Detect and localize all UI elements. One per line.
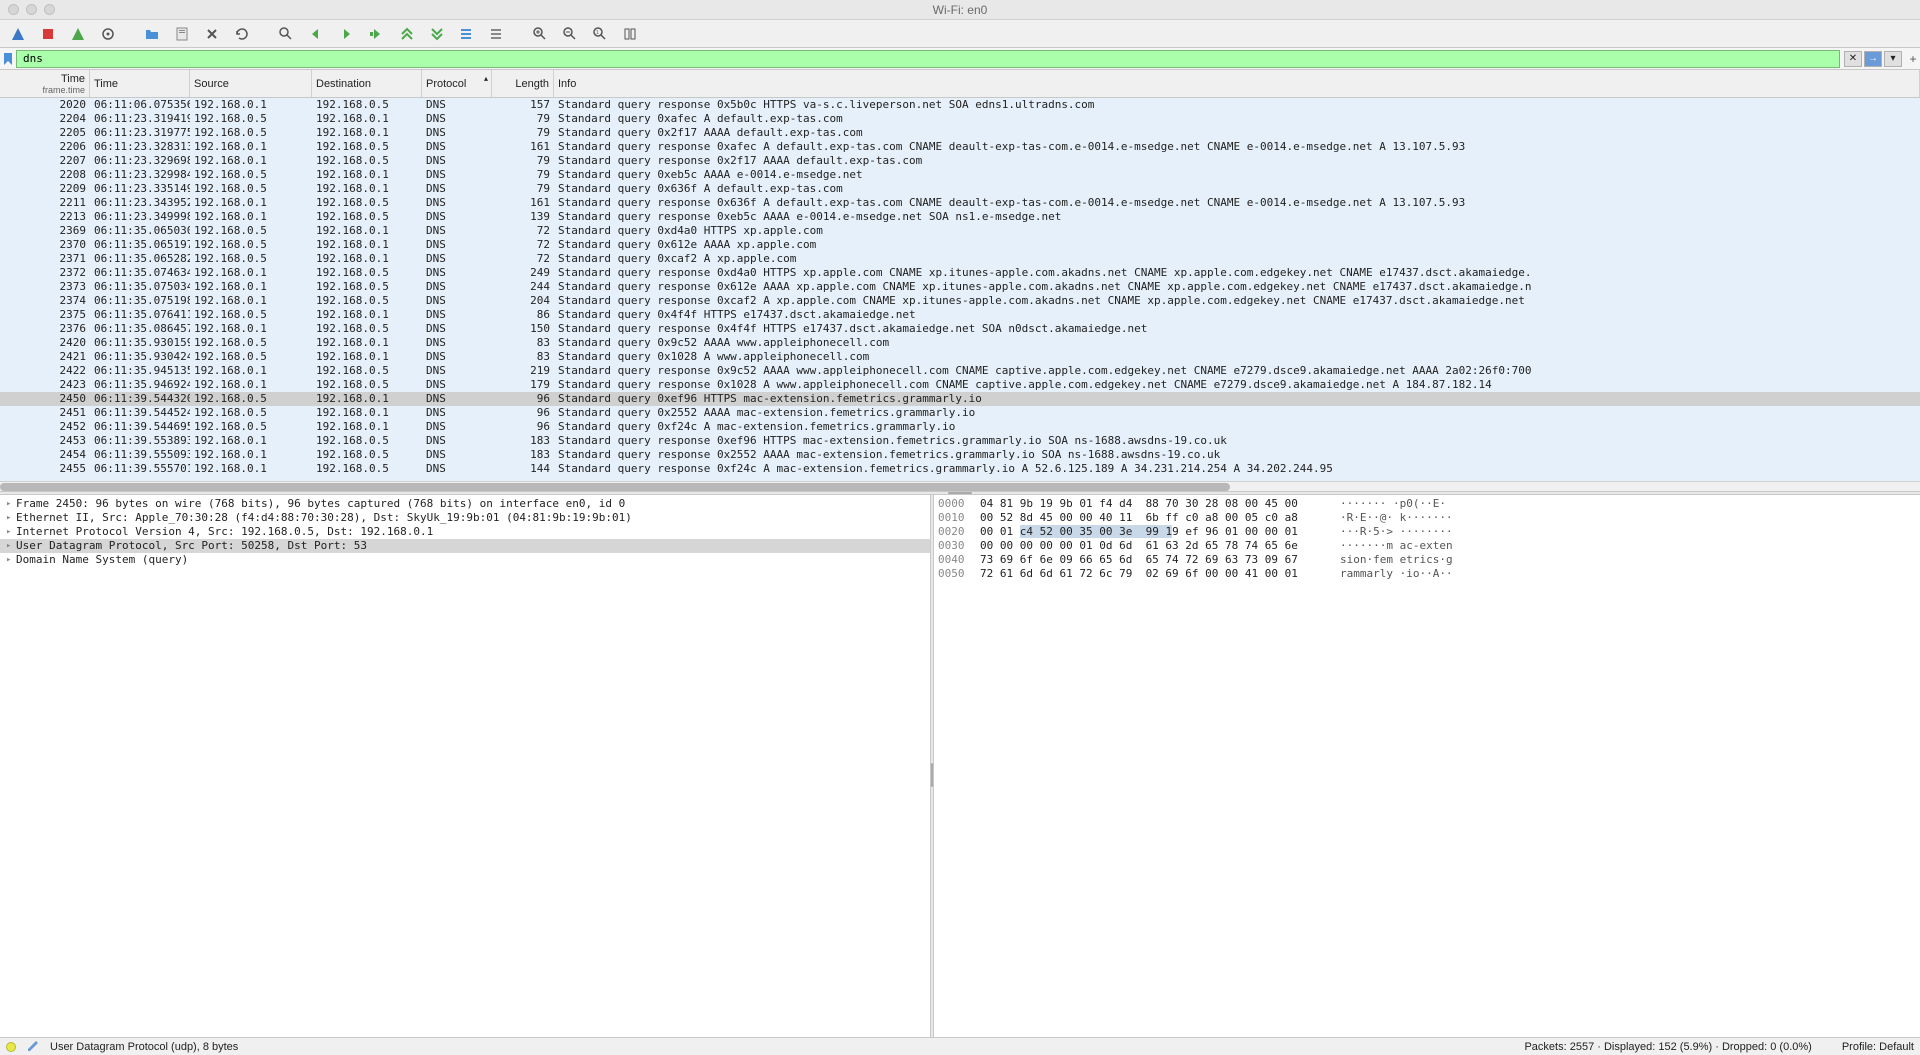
status-bar: User Datagram Protocol (udp), 8 bytes Pa… (0, 1037, 1920, 1055)
packet-row[interactable]: 202006:11:06.075356192.168.0.1192.168.0.… (0, 98, 1920, 112)
hex-line[interactable]: 002000 01 c4 52 00 35 00 3e 99 19 ef 96 … (938, 525, 1916, 539)
clear-filter-button[interactable]: ✕ (1844, 51, 1862, 67)
window-controls[interactable] (8, 4, 55, 15)
stop-capture-button[interactable] (36, 23, 60, 45)
window-title: Wi-Fi: en0 (933, 3, 988, 17)
display-filter-input[interactable] (16, 50, 1840, 68)
hex-line[interactable]: 004073 69 6f 6e 09 66 65 6d 65 74 72 69 … (938, 553, 1916, 567)
horizontal-scrollbar[interactable] (0, 481, 1920, 491)
apply-filter-button[interactable]: → (1864, 51, 1882, 67)
capture-options-button[interactable] (96, 23, 120, 45)
col-header-length[interactable]: Length (492, 70, 554, 97)
display-filter-bar: ✕ → ▾ + (0, 48, 1920, 70)
open-file-button[interactable] (140, 23, 164, 45)
packet-row[interactable]: 220806:11:23.329984192.168.0.5192.168.0.… (0, 168, 1920, 182)
go-back-button[interactable] (304, 23, 328, 45)
start-capture-button[interactable] (6, 23, 30, 45)
packet-row[interactable]: 242206:11:35.945135192.168.0.1192.168.0.… (0, 364, 1920, 378)
packet-row[interactable]: 237206:11:35.074634192.168.0.1192.168.0.… (0, 266, 1920, 280)
titlebar: Wi-Fi: en0 (0, 0, 1920, 20)
packet-row[interactable]: 220506:11:23.319775192.168.0.5192.168.0.… (0, 126, 1920, 140)
packet-row[interactable]: 237506:11:35.076411192.168.0.5192.168.0.… (0, 308, 1920, 322)
resize-columns-button[interactable] (618, 23, 642, 45)
detail-tree-item[interactable]: ▸User Datagram Protocol, Src Port: 50258… (0, 539, 930, 553)
col-header-destination[interactable]: Destination (312, 70, 422, 97)
expert-info-icon[interactable] (6, 1042, 16, 1052)
packet-row[interactable]: 220406:11:23.319419192.168.0.5192.168.0.… (0, 112, 1920, 126)
packet-row[interactable]: 220706:11:23.329698192.168.0.1192.168.0.… (0, 154, 1920, 168)
detail-tree-item[interactable]: ▸Ethernet II, Src: Apple_70:30:28 (f4:d4… (0, 511, 930, 525)
packet-row[interactable]: 242006:11:35.930159192.168.0.5192.168.0.… (0, 336, 1920, 350)
go-last-button[interactable] (424, 23, 448, 45)
packet-row[interactable]: 220906:11:23.335149192.168.0.5192.168.0.… (0, 182, 1920, 196)
bookmark-filter-icon[interactable] (0, 50, 16, 68)
packet-bytes-pane[interactable]: 000004 81 9b 19 9b 01 f4 d4 88 70 30 28 … (934, 495, 1920, 1055)
hex-line[interactable]: 003000 00 00 00 00 01 0d 6d 61 63 2d 65 … (938, 539, 1916, 553)
packet-row[interactable]: 245406:11:39.555093192.168.0.1192.168.0.… (0, 448, 1920, 462)
main-toolbar: 1 (0, 20, 1920, 48)
packet-row[interactable]: 245006:11:39.544320192.168.0.5192.168.0.… (0, 392, 1920, 406)
zoom-in-button[interactable] (528, 23, 552, 45)
packet-details-pane[interactable]: ▸Frame 2450: 96 bytes on wire (768 bits)… (0, 495, 930, 1055)
zoom-window-icon[interactable] (44, 4, 55, 15)
status-profile[interactable]: Profile: Default (1842, 1041, 1914, 1053)
sort-indicator-icon: ▴ (484, 74, 488, 83)
close-file-button[interactable] (200, 23, 224, 45)
zoom-out-button[interactable] (558, 23, 582, 45)
status-packet-counts: Packets: 2557 · Displayed: 152 (5.9%) · … (1524, 1041, 1811, 1053)
scrollbar-thumb[interactable] (0, 483, 1230, 491)
packet-list-header: Timeframe.time Time Source Destination P… (0, 70, 1920, 98)
tree-toggle-icon[interactable]: ▸ (6, 497, 16, 511)
detail-tree-item[interactable]: ▸Domain Name System (query) (0, 553, 930, 567)
packet-row[interactable]: 242306:11:35.946924192.168.0.1192.168.0.… (0, 378, 1920, 392)
edit-capture-comment-icon[interactable] (26, 1039, 40, 1054)
col-header-protocol[interactable]: Protocol▴ (422, 70, 492, 97)
packet-row[interactable]: 237306:11:35.075034192.168.0.1192.168.0.… (0, 280, 1920, 294)
col-header-time-sub[interactable]: Timeframe.time (0, 70, 90, 97)
minimize-window-icon[interactable] (26, 4, 37, 15)
packet-row[interactable]: 236906:11:35.065030192.168.0.5192.168.0.… (0, 224, 1920, 238)
col-header-source[interactable]: Source (190, 70, 312, 97)
packet-row[interactable]: 245206:11:39.544695192.168.0.5192.168.0.… (0, 420, 1920, 434)
packet-row[interactable]: 237406:11:35.075198192.168.0.1192.168.0.… (0, 294, 1920, 308)
svg-text:1: 1 (596, 30, 599, 36)
packet-row[interactable]: 221106:11:23.343952192.168.0.1192.168.0.… (0, 196, 1920, 210)
bottom-panes: ▸Frame 2450: 96 bytes on wire (768 bits)… (0, 495, 1920, 1055)
detail-tree-item[interactable]: ▸Frame 2450: 96 bytes on wire (768 bits)… (0, 497, 930, 511)
auto-scroll-button[interactable] (454, 23, 478, 45)
hex-line[interactable]: 001000 52 8d 45 00 00 40 11 6b ff c0 a8 … (938, 511, 1916, 525)
go-first-button[interactable] (394, 23, 418, 45)
save-file-button[interactable] (170, 23, 194, 45)
packet-row[interactable]: 237006:11:35.065197192.168.0.5192.168.0.… (0, 238, 1920, 252)
go-to-packet-button[interactable] (364, 23, 388, 45)
add-filter-button[interactable]: + (1906, 52, 1920, 66)
col-header-time[interactable]: Time (90, 70, 190, 97)
packet-row[interactable]: 245106:11:39.544524192.168.0.5192.168.0.… (0, 406, 1920, 420)
zoom-reset-button[interactable]: 1 (588, 23, 612, 45)
packet-list[interactable]: 202006:11:06.075356192.168.0.1192.168.0.… (0, 98, 1920, 481)
hex-line[interactable]: 000004 81 9b 19 9b 01 f4 d4 88 70 30 28 … (938, 497, 1916, 511)
packet-row[interactable]: 237606:11:35.086457192.168.0.1192.168.0.… (0, 322, 1920, 336)
find-packet-button[interactable] (274, 23, 298, 45)
tree-toggle-icon[interactable]: ▸ (6, 539, 16, 553)
detail-tree-item[interactable]: ▸Internet Protocol Version 4, Src: 192.1… (0, 525, 930, 539)
packet-row[interactable]: 237106:11:35.065282192.168.0.5192.168.0.… (0, 252, 1920, 266)
packet-row[interactable]: 245506:11:39.555701192.168.0.1192.168.0.… (0, 462, 1920, 476)
packet-row[interactable]: 221306:11:23.349998192.168.0.1192.168.0.… (0, 210, 1920, 224)
tree-toggle-icon[interactable]: ▸ (6, 511, 16, 525)
tree-toggle-icon[interactable]: ▸ (6, 525, 16, 539)
status-field-label: User Datagram Protocol (udp), 8 bytes (50, 1041, 238, 1053)
tree-toggle-icon[interactable]: ▸ (6, 553, 16, 567)
packet-row[interactable]: 220606:11:23.328313192.168.0.1192.168.0.… (0, 140, 1920, 154)
hex-line[interactable]: 005072 61 6d 6d 61 72 6c 79 02 69 6f 00 … (938, 567, 1916, 581)
restart-capture-button[interactable] (66, 23, 90, 45)
packet-row[interactable]: 242106:11:35.930424192.168.0.5192.168.0.… (0, 350, 1920, 364)
col-header-info[interactable]: Info (554, 70, 1920, 97)
filter-history-button[interactable]: ▾ (1884, 51, 1902, 67)
colorize-button[interactable] (484, 23, 508, 45)
reload-button[interactable] (230, 23, 254, 45)
packet-row[interactable]: 245306:11:39.553893192.168.0.1192.168.0.… (0, 434, 1920, 448)
close-window-icon[interactable] (8, 4, 19, 15)
go-forward-button[interactable] (334, 23, 358, 45)
